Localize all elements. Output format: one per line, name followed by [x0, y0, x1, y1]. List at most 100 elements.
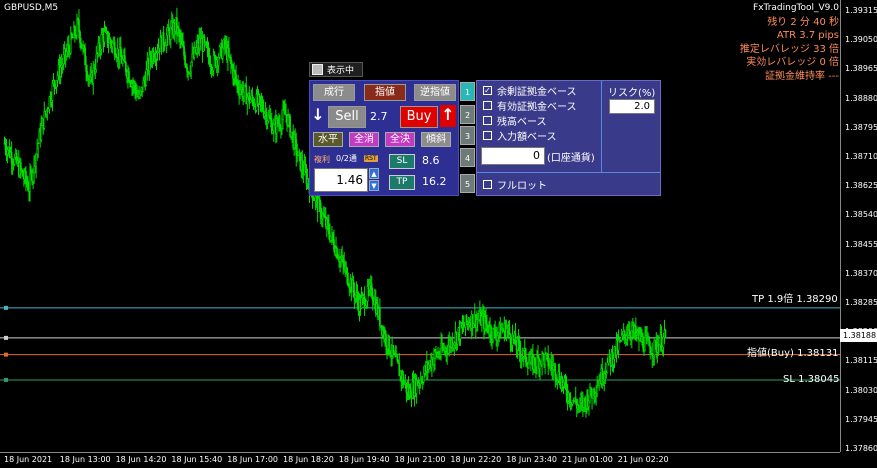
candle-body [65, 51, 68, 57]
candle-body [195, 47, 198, 54]
toggle-label: 表示中 [327, 66, 355, 76]
tab-5[interactable]: 5 [460, 174, 475, 193]
lot-decrease-button[interactable]: ▼ [369, 180, 379, 191]
checkbox-balance[interactable] [483, 116, 492, 125]
candle-body [258, 94, 261, 97]
sl-button[interactable]: SL [389, 154, 415, 169]
candle-body [106, 31, 109, 45]
atr-readout: ATR 3.7 pips [776, 30, 839, 41]
candle-body [125, 62, 127, 73]
price-tick-label: 1.38370 [845, 268, 877, 278]
candle-body [542, 353, 544, 356]
candle-body [661, 346, 664, 351]
settle-all-button[interactable]: 全決 [385, 132, 415, 147]
candle-body [333, 239, 335, 250]
candle-body [184, 55, 186, 66]
buy-button[interactable]: Buy [400, 106, 438, 128]
candle-body [295, 139, 298, 156]
tab-1[interactable]: 1 [460, 82, 475, 101]
lot-input[interactable]: 1.46 [314, 168, 368, 192]
entry-level-line-marker [4, 352, 8, 357]
candle-body [347, 282, 350, 287]
market-order-button[interactable]: 成行 [313, 84, 355, 101]
price-tick-label: 1.37860 [845, 444, 877, 453]
tab-4[interactable]: 4 [460, 148, 475, 167]
tilt-button[interactable]: 傾斜 [421, 132, 451, 147]
price-tick-label: 1.38285 [845, 298, 877, 307]
risk-input[interactable]: 2.0 [609, 99, 655, 114]
candle-body [453, 342, 456, 346]
checkbox-full-lot[interactable] [483, 180, 492, 189]
option-effective-margin[interactable]: 有効証拠金ベース [483, 98, 577, 113]
candle-body [43, 111, 46, 129]
toggle-checkbox[interactable] [312, 64, 323, 75]
time-tick-label: 18 Jun 2021 [4, 455, 53, 464]
stop-order-button[interactable]: 逆指値 [414, 84, 456, 101]
option-free-margin[interactable]: ✓ 余剰証拠金ベース [483, 83, 577, 98]
candle-body [509, 333, 512, 343]
candle-body [284, 110, 286, 116]
tab-3[interactable]: 3 [460, 126, 475, 145]
candle-body [27, 183, 29, 191]
candle-body [658, 344, 661, 353]
sell-button[interactable]: Sell [328, 106, 366, 128]
amount-input[interactable]: 0 [481, 147, 545, 165]
candle-body [435, 351, 437, 354]
candle-body [304, 164, 307, 172]
candle-body [36, 148, 39, 155]
candle-body [565, 385, 568, 396]
candle-body [60, 65, 63, 68]
candle-body [662, 336, 665, 348]
limit-order-button[interactable]: 指値 [364, 84, 406, 101]
candle-body [534, 357, 536, 366]
candle-body [396, 355, 399, 361]
candle-body [234, 70, 236, 75]
candle-body [113, 42, 116, 56]
display-toggle[interactable]: 表示中 [309, 62, 363, 77]
price-tick-label: 1.39050 [845, 35, 877, 45]
candle-body [371, 295, 374, 302]
candle-body [568, 392, 571, 403]
candle-body [142, 80, 145, 93]
option-balance[interactable]: 残高ベース [483, 113, 547, 128]
horizontal-line-button[interactable]: 水平 [313, 132, 343, 147]
candle-body [40, 125, 43, 140]
tool-info-panel: FxTradingTool_V9.0 残り 2 分 40 秒 ATR 3.7 p… [740, 2, 839, 83]
candle-body [179, 32, 181, 40]
candle-body [53, 80, 56, 85]
candle-body [76, 20, 78, 36]
candle-body [636, 332, 638, 336]
candle-body [259, 96, 262, 102]
time-tick-label: 18 Jun 21:00 [394, 455, 446, 464]
candle-body [74, 26, 76, 36]
candle-body [139, 91, 142, 95]
candle-body [252, 99, 255, 106]
candle-body [124, 55, 126, 63]
delete-all-button[interactable]: 全消 [349, 132, 379, 147]
candle-body [328, 224, 330, 235]
candle-body [236, 80, 238, 84]
candle-body [47, 108, 50, 112]
lot-increase-button[interactable]: ▲ [369, 168, 379, 179]
reset-button[interactable]: RST [364, 155, 378, 162]
candle-body [475, 319, 478, 328]
price-tick-label: 1.37945 [845, 414, 877, 424]
entry-level-label: 指値(Buy) 1.38131 [747, 348, 839, 359]
tab-2[interactable]: 2 [460, 105, 475, 124]
candle-body [84, 47, 86, 65]
option-full-lot[interactable]: フルロット [483, 177, 547, 192]
checkbox-free-margin[interactable]: ✓ [483, 86, 492, 95]
candle-body [301, 160, 304, 171]
candle-body [32, 172, 34, 182]
candle-body [342, 257, 345, 264]
candle-body [249, 99, 252, 104]
option-input-amount[interactable]: 入力額ベース [483, 128, 557, 143]
tp-button[interactable]: TP [389, 175, 415, 190]
candle-body [94, 69, 97, 72]
time-tick-label: 18 Jun 17:00 [227, 455, 279, 464]
checkbox-effective-margin[interactable] [483, 101, 492, 110]
checkbox-input-amount[interactable] [483, 131, 492, 140]
candle-body [389, 351, 391, 356]
candle-body [165, 35, 168, 46]
price-tick-label: 1.38030 [845, 385, 877, 395]
